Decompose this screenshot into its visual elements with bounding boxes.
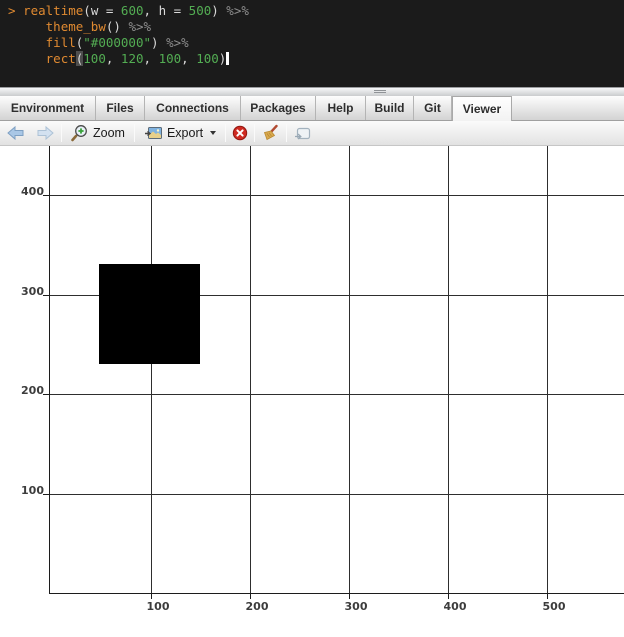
- console-prompt: >: [8, 3, 23, 18]
- x-axis-line: [49, 593, 624, 594]
- tab-environment[interactable]: Environment: [0, 96, 96, 120]
- dropdown-caret-icon: [210, 131, 216, 135]
- export-label: Export: [167, 126, 203, 140]
- v-gridline: [250, 146, 251, 593]
- broom-icon[interactable]: [261, 124, 280, 142]
- zoom-label: Zoom: [93, 126, 125, 140]
- tab-viewer[interactable]: Viewer: [452, 96, 512, 121]
- x-tick-label: 400: [435, 600, 475, 613]
- magnifier-plus-icon: [71, 124, 89, 142]
- v-gridline: [349, 146, 350, 593]
- viewer-plot-pane[interactable]: 400 300 200 100 100 200 300 400 500: [0, 146, 624, 637]
- splitter-grip-icon[interactable]: [374, 90, 386, 94]
- y-axis-line: [49, 146, 50, 594]
- tab-help[interactable]: Help: [316, 96, 366, 120]
- toolbar-separator: [225, 124, 226, 142]
- remove-red-x-icon[interactable]: [232, 125, 248, 141]
- console-line: theme_bw() %>%: [8, 19, 624, 35]
- x-tick-label: 500: [534, 600, 574, 613]
- text-cursor: [226, 52, 229, 65]
- forward-icon[interactable]: [35, 125, 55, 141]
- x-tick-label: 200: [237, 600, 277, 613]
- v-gridline: [448, 146, 449, 593]
- tab-git[interactable]: Git: [414, 96, 452, 120]
- toolbar-separator: [254, 124, 255, 142]
- v-gridline: [547, 146, 548, 593]
- pane-tabbar: Environment Files Connections Packages H…: [0, 96, 624, 121]
- console-line: rect(100, 120, 100, 100): [8, 51, 624, 67]
- viewer-toolbar: Zoom Export: [0, 121, 624, 146]
- export-button[interactable]: Export: [141, 124, 219, 143]
- y-tick-label: 300: [0, 285, 44, 299]
- x-tick: [547, 593, 548, 599]
- y-tick-label: 200: [0, 384, 44, 398]
- y-tick-label: 400: [0, 185, 44, 199]
- x-tick-label: 300: [336, 600, 376, 613]
- back-icon[interactable]: [6, 125, 26, 141]
- x-tick-label: 100: [138, 600, 178, 613]
- x-tick: [349, 593, 350, 599]
- h-gridline: [49, 195, 624, 196]
- toolbar-separator: [286, 124, 287, 142]
- y-tick-label: 100: [0, 484, 44, 498]
- console-pane[interactable]: > realtime(w = 600, h = 500) %>% theme_b…: [0, 0, 624, 87]
- h-gridline: [49, 394, 624, 395]
- export-image-icon: [144, 126, 163, 141]
- tab-packages[interactable]: Packages: [241, 96, 316, 120]
- h-gridline: [49, 494, 624, 495]
- tab-files[interactable]: Files: [96, 96, 145, 120]
- x-tick: [151, 593, 152, 599]
- tab-connections[interactable]: Connections: [145, 96, 241, 120]
- toolbar-separator: [134, 124, 135, 142]
- popout-window-icon[interactable]: [293, 126, 311, 141]
- zoom-button[interactable]: Zoom: [68, 122, 128, 144]
- x-tick: [448, 593, 449, 599]
- plot-rect: [99, 264, 200, 364]
- toolbar-separator: [61, 124, 62, 142]
- console-line: fill("#000000") %>%: [8, 35, 624, 51]
- pane-splitter[interactable]: [0, 87, 624, 96]
- console-line: > realtime(w = 600, h = 500) %>%: [8, 3, 624, 19]
- tab-build[interactable]: Build: [366, 96, 414, 120]
- v-gridline: [151, 146, 152, 593]
- x-tick: [250, 593, 251, 599]
